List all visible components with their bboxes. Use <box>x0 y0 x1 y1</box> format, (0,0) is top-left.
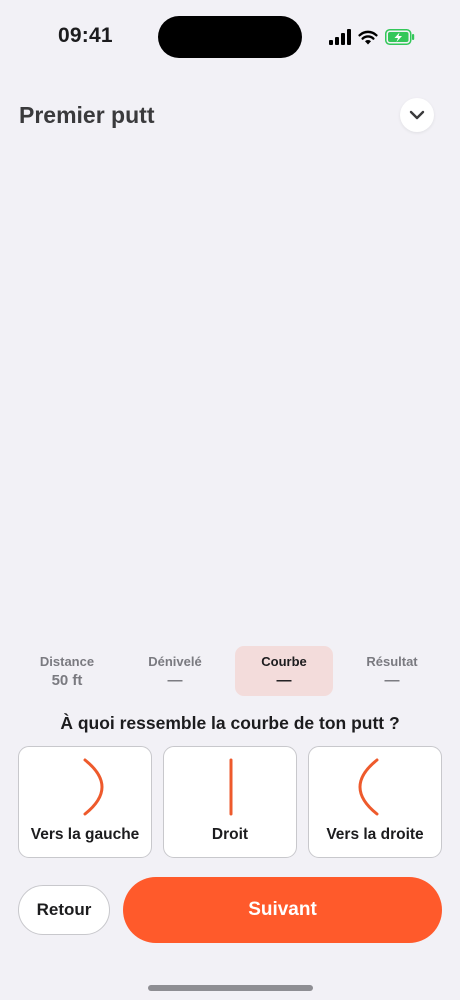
step-label: Distance <box>39 653 95 669</box>
chevron-down-icon <box>409 110 425 120</box>
collapse-button[interactable] <box>400 98 434 132</box>
step-distance[interactable]: Distance 50 ft <box>18 646 116 696</box>
step-value: — <box>384 671 400 689</box>
step-courbe[interactable]: Courbe — <box>235 646 333 696</box>
step-value: — <box>276 671 292 689</box>
home-indicator[interactable] <box>148 985 313 991</box>
option-vers-la-gauche[interactable]: Vers la gauche <box>18 746 152 858</box>
next-button[interactable]: Suivant <box>123 877 442 943</box>
option-label: Droit <box>211 826 249 843</box>
status-icons <box>329 27 415 47</box>
step-label: Dénivelé <box>148 653 202 669</box>
question-text: À quoi ressemble la courbe de ton putt ? <box>60 713 400 733</box>
option-droit[interactable]: Droit <box>163 746 297 858</box>
cellular-signal-icon <box>329 29 351 45</box>
step-label: Courbe <box>261 653 307 669</box>
step-value: — <box>167 671 183 689</box>
page-title: Premier putt <box>19 102 155 128</box>
step-indicator: Distance 50 ft Dénivelé — Courbe — Résul… <box>16 646 444 696</box>
straight-line-icon <box>229 758 233 816</box>
option-label: Vers la gauche <box>30 826 140 843</box>
option-label: Vers la droite <box>326 826 424 843</box>
step-resultat[interactable]: Résultat — <box>343 646 441 696</box>
curve-left-icon <box>83 758 104 816</box>
dynamic-island <box>158 16 302 58</box>
option-vers-la-droite[interactable]: Vers la droite <box>308 746 442 858</box>
status-time: 09:41 <box>58 24 113 47</box>
status-bar: 09:41 <box>0 0 460 74</box>
step-value: 50 ft <box>51 671 83 689</box>
wifi-icon <box>358 30 378 45</box>
back-button[interactable]: Retour <box>18 885 110 935</box>
step-label: Résultat <box>366 653 418 669</box>
step-denivele[interactable]: Dénivelé — <box>126 646 224 696</box>
curve-right-icon <box>358 758 379 816</box>
battery-charging-icon <box>385 29 415 45</box>
